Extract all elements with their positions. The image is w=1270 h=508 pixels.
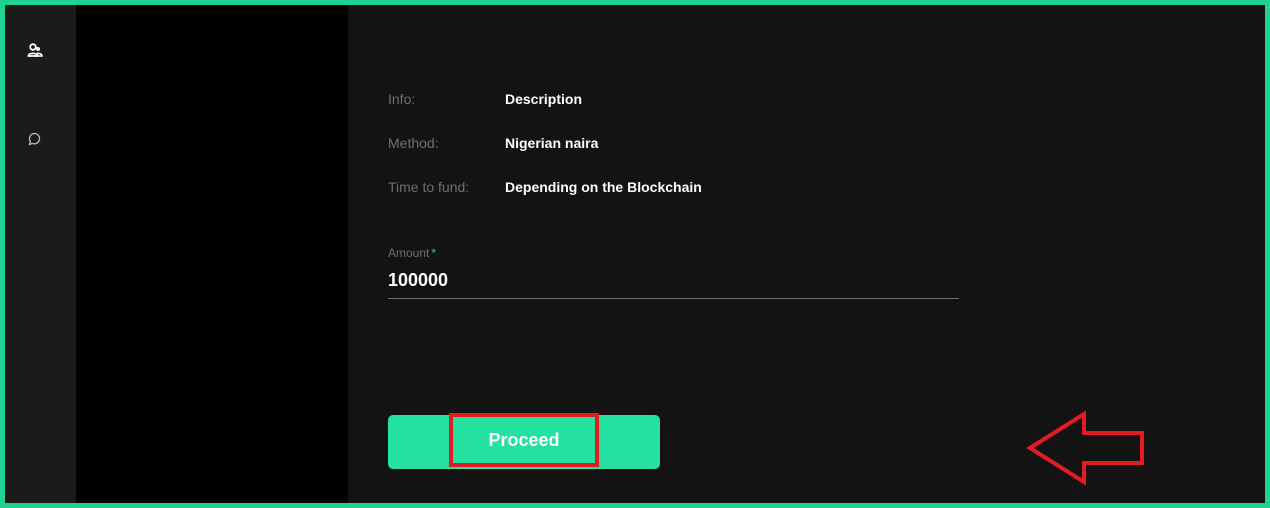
time-value: Depending on the Blockchain — [505, 179, 702, 195]
proceed-button[interactable] — [388, 415, 660, 469]
amount-label-text: Amount — [388, 246, 430, 260]
info-value: Description — [505, 91, 583, 107]
sidebar-item-chat[interactable] — [23, 129, 47, 153]
icon-sidebar — [5, 5, 76, 503]
method-value: Nigerian naira — [505, 135, 599, 151]
side-panel — [76, 5, 348, 503]
amount-input[interactable] — [388, 269, 959, 299]
required-marker: * — [431, 246, 437, 260]
funding-form: Info: Description Method: Nigerian naira T… — [348, 5, 1265, 503]
pointer-arrow-icon — [1026, 410, 1144, 486]
amount-field: Amount * — [388, 245, 959, 299]
info-row: Info: Description — [388, 89, 582, 109]
method-label: Method: — [388, 135, 439, 151]
method-row: Method: Nigerian naira — [388, 133, 598, 153]
sidebar-item-users[interactable] — [23, 41, 47, 65]
time-label: Time to fund: — [388, 179, 470, 195]
time-row: Time to fund: Depending on the Blockchain — [388, 177, 702, 197]
app-window: Info: Description Method: Nigerian naira T… — [0, 0, 1270, 508]
info-label: Info: — [388, 91, 416, 107]
user-group-icon — [27, 42, 43, 64]
amount-label: Amount * — [388, 245, 959, 261]
chat-bubble-icon — [28, 132, 42, 151]
